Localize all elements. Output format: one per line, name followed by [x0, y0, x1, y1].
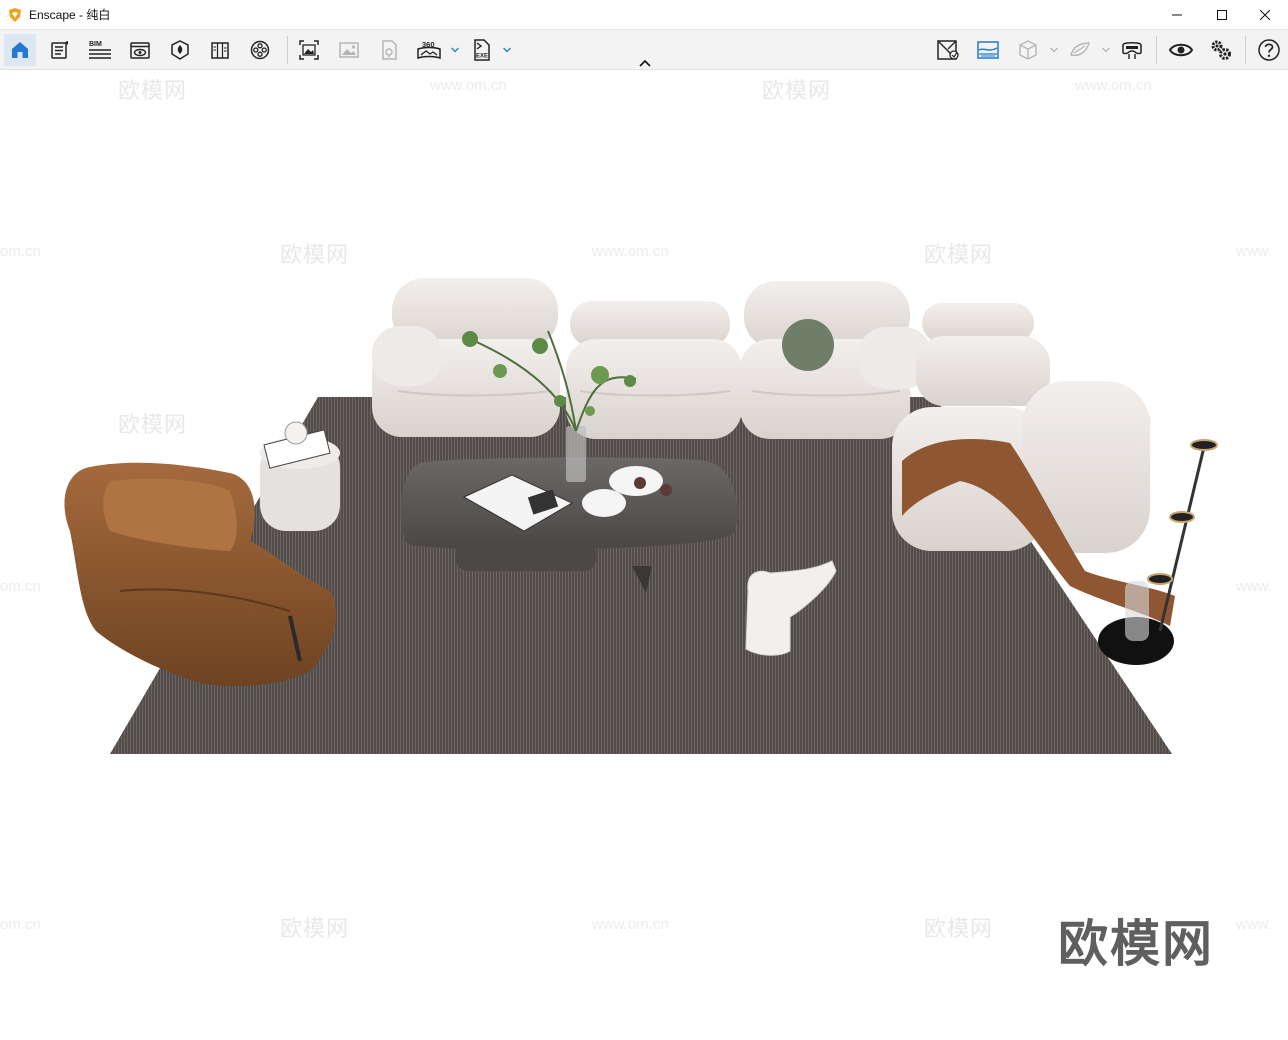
toolbar-separator [1245, 36, 1246, 64]
section-dropdown[interactable] [1101, 44, 1111, 56]
collapse-toolbar-button[interactable] [636, 56, 654, 70]
render-viewport[interactable]: 欧模网 www.om.cn 欧模网 www.om.cn om.cn 欧模网 ww… [0, 71, 1288, 1040]
eye-icon [1169, 43, 1193, 57]
synced-view-button[interactable] [932, 34, 964, 66]
material-editor-button[interactable] [204, 34, 236, 66]
export-exe-icon: EXE [474, 39, 490, 61]
close-button[interactable] [1242, 0, 1288, 30]
chevron-down-icon [503, 47, 511, 53]
settings-button[interactable] [1205, 34, 1237, 66]
panorama-dropdown[interactable] [450, 44, 460, 56]
bim-icon: BIM [89, 41, 111, 59]
synced-view-icon [937, 40, 959, 60]
orthographic-dropdown[interactable] [1049, 44, 1059, 56]
live-view-button[interactable] [1165, 34, 1197, 66]
material-editor-icon [211, 42, 229, 59]
title-bar: Enscape - 纯白 [0, 0, 1288, 30]
notes-button[interactable] [44, 34, 76, 66]
export-dropdown[interactable] [502, 44, 512, 56]
home-button[interactable] [4, 34, 36, 66]
section-icon [1070, 42, 1090, 57]
toolbar-separator [1156, 36, 1157, 64]
panorama-button[interactable]: 360 [413, 34, 445, 66]
vr-headset-icon [1122, 42, 1142, 59]
section-button[interactable] [1064, 34, 1096, 66]
rendered-scene [64, 278, 1218, 754]
toolbar-separator [287, 36, 288, 64]
collaborative-annotation-button[interactable] [373, 34, 405, 66]
collaborative-annotation-icon [382, 40, 397, 60]
enscape-logo-icon [9, 8, 21, 22]
minimize-icon [1172, 14, 1182, 16]
views-icon [130, 42, 150, 59]
video-editor-button[interactable] [244, 34, 276, 66]
vr-headset-button[interactable] [1116, 34, 1148, 66]
screenshot-button[interactable] [293, 34, 325, 66]
bim-button[interactable]: BIM [84, 34, 116, 66]
maximize-button[interactable] [1199, 0, 1245, 30]
maximize-icon [1217, 10, 1227, 20]
visual-settings-icon [977, 41, 999, 59]
visual-settings-button[interactable] [972, 34, 1004, 66]
chevron-down-icon [451, 47, 459, 53]
brand-watermark: 欧模网 [1058, 915, 1214, 973]
screenshot-icon [299, 40, 319, 60]
chevron-down-icon [1102, 47, 1110, 53]
orthographic-icon [1019, 40, 1037, 60]
settings-icon [1211, 40, 1231, 60]
help-icon [1258, 39, 1280, 61]
export-exe-button[interactable]: EXE [466, 34, 498, 66]
notes-icon [51, 41, 68, 59]
close-icon [1260, 10, 1270, 20]
asset-library-button[interactable] [164, 34, 196, 66]
chevron-up-icon [639, 59, 651, 67]
chevron-down-icon [1050, 47, 1058, 53]
asset-library-icon [171, 40, 189, 60]
ball-pillow [782, 319, 834, 371]
export-exe-label: EXE [476, 54, 488, 60]
views-button[interactable] [124, 34, 156, 66]
window-title: Enscape - 纯白 [29, 8, 111, 22]
orthographic-button[interactable] [1012, 34, 1044, 66]
bim-label: BIM [89, 41, 102, 48]
panorama-icon: 360 [417, 40, 441, 60]
help-button[interactable] [1253, 34, 1285, 66]
video-editor-icon [250, 40, 270, 60]
home-icon [12, 42, 28, 58]
batch-render-icon [339, 42, 359, 58]
minimize-button[interactable] [1154, 0, 1200, 30]
batch-render-button[interactable] [333, 34, 365, 66]
